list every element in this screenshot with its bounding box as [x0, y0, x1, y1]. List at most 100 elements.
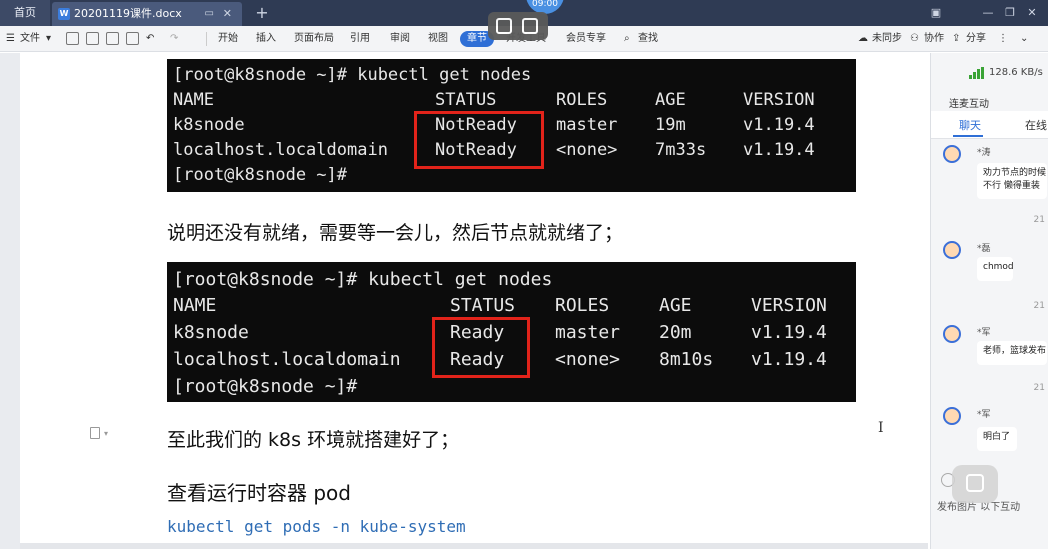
- search-label[interactable]: 查找: [638, 26, 658, 52]
- minimize-button[interactable]: —: [976, 0, 1000, 26]
- terminal-end-prompt: [root@k8snode ~]#: [173, 376, 358, 397]
- undo-icon[interactable]: ↶: [146, 26, 154, 52]
- chat-message: *涛 劝力节点的时候 不行 懒得重装 21: [931, 145, 1048, 225]
- message-text: 不行 懒得重装: [983, 181, 1040, 191]
- column-header-version: VERSION: [743, 90, 815, 110]
- menu-references[interactable]: 引用: [350, 26, 370, 52]
- node-version: v1.19.4: [751, 349, 827, 370]
- node-roles: <none>: [556, 140, 618, 160]
- column-header-name: NAME: [173, 90, 214, 110]
- toolbar-divider: [206, 32, 207, 46]
- node-age: 7m33s: [655, 140, 707, 160]
- sender-name: *军: [977, 410, 991, 420]
- section-heading: 查看运行时容器 pod: [167, 481, 351, 505]
- message-bubble: 劝力节点的时候 不行 懒得重装: [977, 163, 1047, 199]
- file-menu[interactable]: 文件: [20, 26, 40, 52]
- left-margin: [0, 53, 20, 549]
- column-header-roles: ROLES: [555, 295, 610, 316]
- maximize-button[interactable]: ❐: [998, 0, 1022, 26]
- column-header-age: AGE: [655, 90, 686, 110]
- node-roles: master: [555, 322, 621, 343]
- node-name: localhost.localdomain: [173, 140, 388, 160]
- menu-insert[interactable]: 插入: [256, 26, 276, 52]
- account-icon[interactable]: ▣: [924, 0, 948, 26]
- tab-pin-icon[interactable]: ▭: [205, 2, 214, 26]
- avatar: [943, 325, 961, 343]
- menu-member[interactable]: 会员专享: [566, 26, 606, 52]
- node-name: k8snode: [173, 322, 249, 343]
- message-time: 21: [1033, 301, 1045, 311]
- collab-icon[interactable]: ⚇: [910, 26, 919, 52]
- code-command: kubectl get pods -n kube-system: [167, 517, 466, 536]
- paragraph-not-ready: 说明还没有就绪，需要等一会儿，然后节点就就绪了；: [167, 222, 624, 244]
- terminal-screenshot-ready: [root@k8snode ~]# kubectl get nodes NAME…: [167, 262, 856, 402]
- redo-icon[interactable]: ↷: [170, 26, 178, 52]
- active-tab-indicator: [953, 135, 983, 137]
- chat-message: *磊 chmod 21: [931, 241, 1048, 311]
- status-highlight-box: [432, 317, 530, 378]
- collab-label[interactable]: 协作: [924, 26, 944, 52]
- print-icon[interactable]: [106, 32, 119, 45]
- document-tab-label: 20201119课件.docx: [74, 7, 182, 20]
- close-window-button[interactable]: ✕: [1020, 0, 1044, 26]
- search-icon[interactable]: ⌕: [624, 26, 630, 52]
- tab-close-icon[interactable]: ✕: [223, 2, 232, 26]
- network-speed: 128.6 KB/s: [989, 67, 1043, 78]
- more-icon[interactable]: ⋮: [998, 26, 1008, 52]
- node-age: 8m10s: [659, 349, 714, 370]
- unsynced-label[interactable]: 未同步: [872, 26, 902, 52]
- sender-name: *涛: [977, 148, 991, 158]
- play-icon: [966, 474, 984, 492]
- paragraph-env-ready: 至此我们的 k8s 环境就搭建好了；: [167, 429, 460, 451]
- menu-view[interactable]: 视图: [428, 26, 448, 52]
- message-bubble: 老师，篮球发布: [977, 341, 1047, 365]
- collapse-ribbon-icon[interactable]: ⌄: [1020, 26, 1028, 52]
- terminal-screenshot-notready: [root@k8snode ~]# kubectl get nodes NAME…: [167, 59, 856, 192]
- video-play-icon[interactable]: [522, 18, 538, 34]
- tab-online[interactable]: 在线: [1025, 117, 1047, 133]
- paragraph-handle-icon[interactable]: [90, 427, 100, 439]
- panel-title: 连麦互动: [949, 99, 989, 110]
- column-header-name: NAME: [173, 295, 217, 316]
- node-name: k8snode: [173, 115, 245, 135]
- message-text: chmod: [983, 262, 1013, 272]
- signal-icon: [969, 67, 985, 79]
- chat-message: *军 老师，篮球发布 21: [931, 325, 1048, 393]
- avatar: [943, 407, 961, 425]
- sender-name: *军: [977, 328, 991, 338]
- preview-icon[interactable]: [126, 32, 139, 45]
- horizontal-scrollbar[interactable]: [20, 543, 928, 549]
- chat-message: *军 明白了: [931, 407, 1048, 457]
- document-tab[interactable]: W 20201119课件.docx ▭ ✕: [52, 2, 242, 26]
- node-name: localhost.localdomain: [173, 349, 401, 370]
- node-roles: <none>: [555, 349, 621, 370]
- play-overlay-button[interactable]: [952, 465, 998, 503]
- terminal-command: [root@k8snode ~]# kubectl get nodes: [173, 269, 553, 290]
- share-icon[interactable]: ⇪: [952, 26, 960, 52]
- avatar: [943, 241, 961, 259]
- share-label[interactable]: 分享: [966, 26, 986, 52]
- node-version: v1.19.4: [751, 322, 827, 343]
- save-icon[interactable]: [66, 32, 79, 45]
- new-tab-button[interactable]: +: [252, 0, 272, 26]
- message-text: 劝力节点的时候: [983, 168, 1047, 178]
- text-cursor-icon: I: [878, 420, 884, 436]
- sender-name: *磊: [977, 244, 991, 254]
- cloud-sync-icon[interactable]: ☁: [858, 26, 868, 52]
- message-bubble: 明白了: [977, 427, 1017, 451]
- node-roles: master: [556, 115, 618, 135]
- menu-page-layout[interactable]: 页面布局: [294, 26, 334, 52]
- home-tab[interactable]: 首页: [0, 0, 50, 26]
- chevron-down-icon[interactable]: ▾: [46, 26, 51, 52]
- chevron-down-icon[interactable]: ▾: [104, 429, 108, 438]
- export-icon[interactable]: [86, 32, 99, 45]
- tab-chat[interactable]: 聊天: [959, 117, 981, 133]
- node-age: 19m: [655, 115, 686, 135]
- column-header-status: STATUS: [435, 90, 497, 110]
- avatar: [943, 145, 961, 163]
- screen-share-icon[interactable]: [496, 18, 512, 34]
- terminal-command: [root@k8snode ~]# kubectl get nodes: [173, 65, 532, 85]
- hamburger-icon[interactable]: ☰: [6, 26, 15, 52]
- menu-review[interactable]: 审阅: [390, 26, 410, 52]
- menu-home[interactable]: 开始: [218, 26, 238, 52]
